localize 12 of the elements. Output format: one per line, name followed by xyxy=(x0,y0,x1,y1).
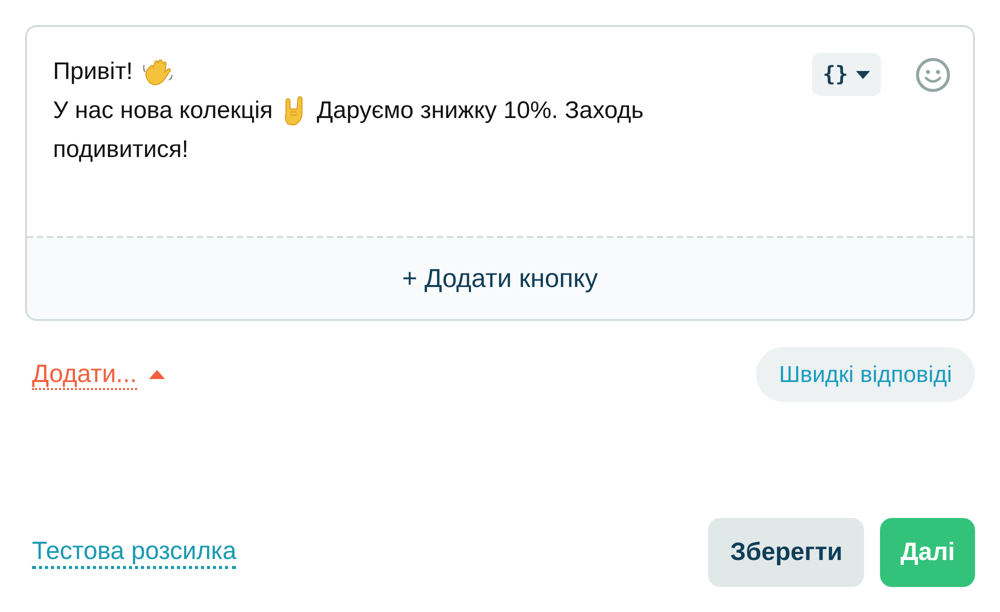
message-editor[interactable]: Привіт! У нас нова колекція Даруємо знижку 10%. Заходь подивитися! {} + Додати кнопку xyxy=(25,25,975,321)
message-text: Привіт! xyxy=(53,57,133,87)
emoji-icon[interactable] xyxy=(915,57,951,93)
variables-button[interactable]: {} xyxy=(812,53,881,96)
message-text: Даруємо знижку 10%. Заходь xyxy=(316,96,644,126)
message-text: У нас нова колекція xyxy=(53,96,273,126)
caret-icon xyxy=(856,70,870,78)
save-button[interactable]: Зберегти xyxy=(708,518,864,587)
message-text: подивитися! xyxy=(53,135,188,165)
caret-up-icon xyxy=(148,370,165,379)
waving-hand-icon xyxy=(142,56,174,86)
add-button[interactable]: + Додати кнопку xyxy=(27,236,973,319)
